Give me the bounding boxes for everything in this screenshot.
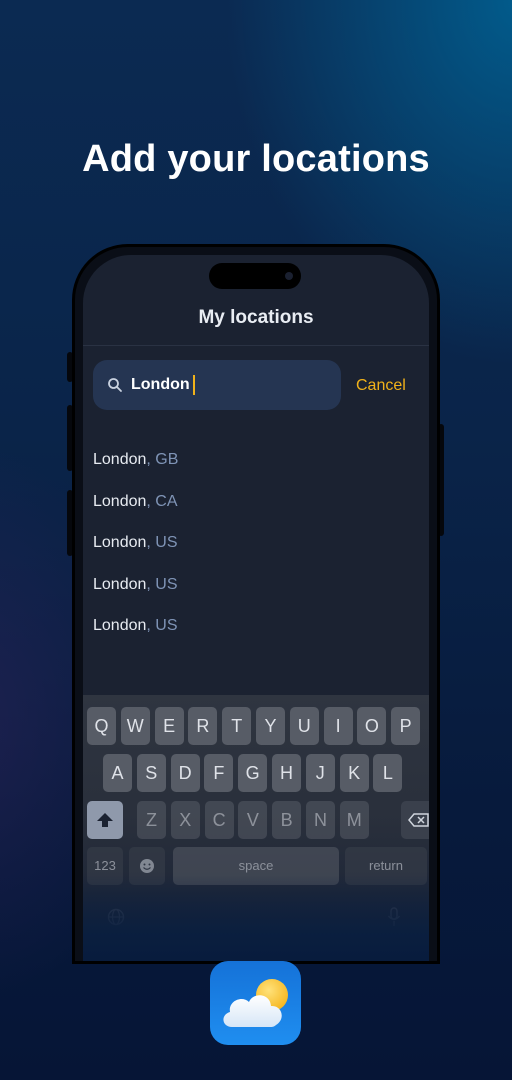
key-c[interactable]: C — [204, 801, 234, 839]
result-country: US — [155, 534, 178, 551]
headline: Add your locations — [82, 138, 430, 180]
key-q[interactable]: Q — [87, 707, 116, 745]
key-t[interactable]: T — [222, 707, 252, 745]
shift-key[interactable] — [87, 801, 123, 839]
key-i[interactable]: I — [323, 707, 353, 745]
keyboard-row-3: ZXCVBNM — [83, 801, 429, 839]
text-caret — [192, 375, 195, 395]
result-item[interactable]: London, GB — [93, 451, 178, 493]
delete-key[interactable] — [401, 801, 429, 839]
key-z[interactable]: Z — [137, 801, 166, 839]
camera-dot — [285, 272, 293, 280]
key-p[interactable]: P — [391, 707, 421, 745]
result-item[interactable]: London, US — [93, 534, 178, 576]
search-input[interactable]: London — [93, 360, 341, 410]
result-country: US — [155, 617, 178, 634]
nav-divider — [83, 345, 429, 346]
key-m[interactable]: M — [339, 801, 369, 839]
key-u[interactable]: U — [289, 707, 319, 745]
key-s[interactable]: S — [136, 754, 166, 792]
result-item[interactable]: London, US — [93, 576, 178, 618]
bottom-fade — [83, 875, 429, 961]
weather-app-icon — [210, 961, 301, 1045]
key-f[interactable]: F — [204, 754, 234, 792]
dynamic-island — [209, 263, 301, 289]
key-b[interactable]: B — [272, 801, 302, 839]
result-city: London — [93, 492, 147, 510]
phone-screen: My locations London Cancel London, GB Lo… — [83, 255, 429, 961]
result-city: London — [93, 575, 147, 593]
key-g[interactable]: G — [238, 754, 268, 792]
key-y[interactable]: Y — [256, 707, 285, 745]
key-d[interactable]: D — [170, 754, 200, 792]
cancel-button[interactable]: Cancel — [356, 377, 406, 395]
result-country: CA — [155, 492, 178, 510]
result-country: US — [155, 575, 178, 593]
key-h[interactable]: H — [272, 754, 301, 792]
key-n[interactable]: N — [306, 801, 335, 839]
keyboard-row-2: ASDFGHJKL — [83, 754, 429, 792]
key-l[interactable]: L — [373, 754, 403, 792]
result-city: London — [93, 534, 147, 551]
sun-cloud-icon — [223, 979, 288, 1027]
result-city: London — [93, 617, 147, 634]
key-x[interactable]: X — [170, 801, 200, 839]
result-country: GB — [155, 451, 179, 468]
search-value: London — [131, 376, 190, 393]
results-list: London, GB London, CA London, US London,… — [93, 451, 178, 659]
key-k[interactable]: K — [339, 754, 369, 792]
key-v[interactable]: V — [238, 801, 268, 839]
key-w[interactable]: W — [120, 707, 150, 745]
search-icon — [108, 378, 122, 392]
screen-title: My locations — [198, 307, 314, 328]
key-j[interactable]: J — [305, 754, 335, 792]
result-item[interactable]: London, CA — [93, 493, 178, 535]
shift-icon — [97, 813, 113, 827]
key-o[interactable]: O — [357, 707, 387, 745]
phone-frame: My locations London Cancel London, GB Lo… — [72, 244, 440, 964]
key-a[interactable]: A — [103, 754, 132, 792]
emoji-icon — [140, 859, 154, 873]
key-e[interactable]: E — [154, 707, 184, 745]
result-item[interactable]: London, US — [93, 617, 178, 659]
result-city: London — [93, 451, 147, 468]
keyboard-row-1: QWERTYUIOP — [83, 707, 429, 745]
backspace-icon — [408, 813, 429, 827]
key-r[interactable]: R — [188, 707, 218, 745]
